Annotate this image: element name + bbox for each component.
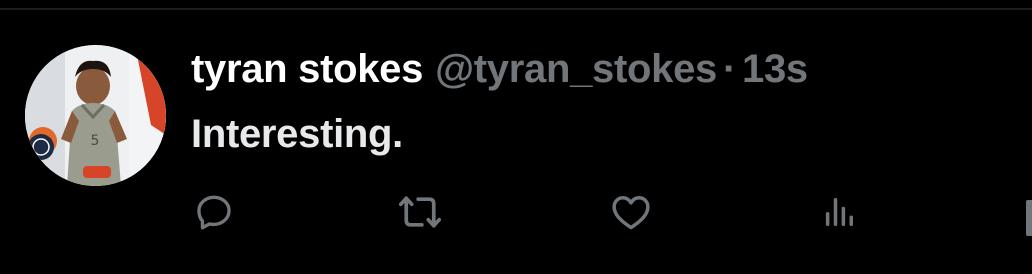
avatar[interactable]: 5 [25,45,166,186]
like-button[interactable] [607,188,655,236]
analytics-icon [825,198,853,226]
avatar-photo: 5 [25,45,166,186]
tweet[interactable]: 5 tyran stokes @tyran_stokes · 13s Interest… [0,10,1032,274]
separator-dot: · [722,47,737,91]
user-handle[interactable]: @tyran_stokes [435,47,717,91]
retweet-icon [398,196,442,228]
timestamp[interactable]: 13s [742,47,808,91]
reply-icon [197,195,231,230]
tweet-text: Interesting. [191,112,403,156]
reply-button[interactable] [190,188,238,236]
tweet-header: tyran stokes @tyran_stokes · 13s [191,45,808,93]
share-icon[interactable] [1026,200,1032,236]
svg-text:5: 5 [91,133,100,149]
heart-icon [612,195,650,230]
views-button[interactable] [815,188,863,236]
retweet-button[interactable] [396,188,444,236]
display-name[interactable]: tyran stokes [191,47,423,91]
